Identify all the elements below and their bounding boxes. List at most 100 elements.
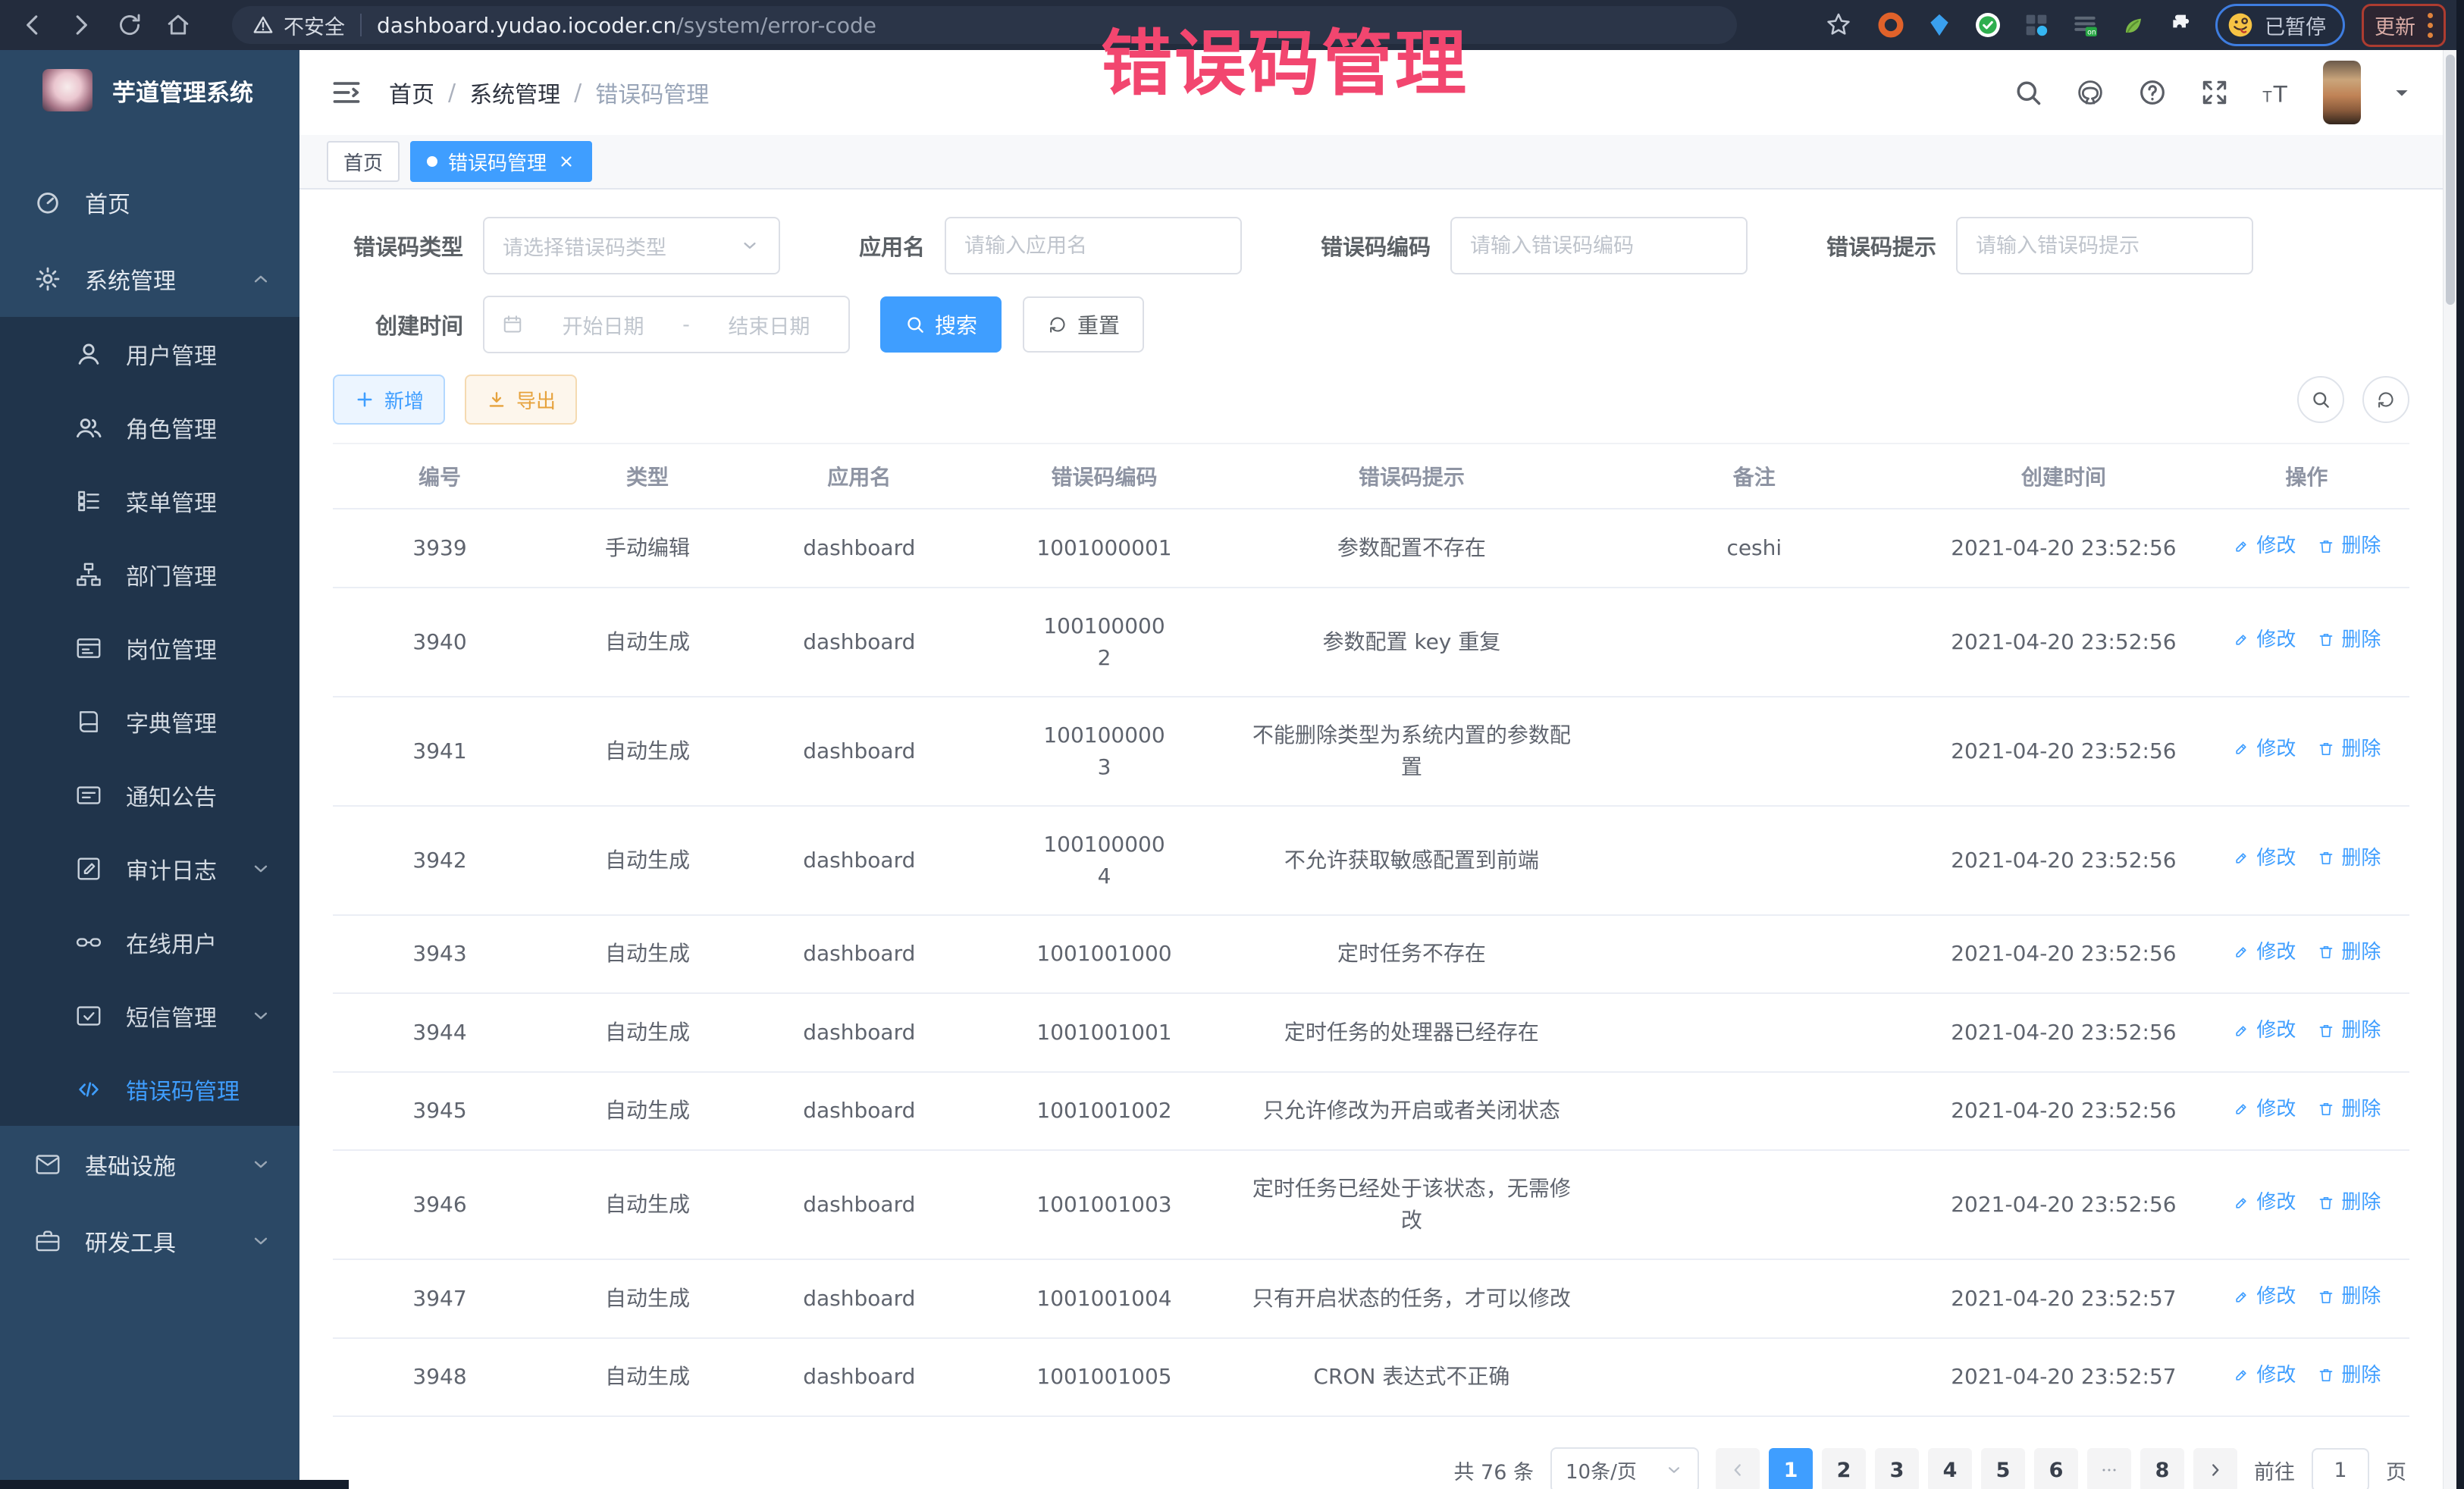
delete-link[interactable]: 删除 [2317,625,2381,655]
tab-错误码管理[interactable]: 错误码管理 [410,141,592,182]
page-button-4[interactable]: 4 [1928,1448,1972,1489]
ext-orange-ring-icon[interactable] [1876,10,1906,40]
edit-link[interactable]: 修改 [2232,1016,2296,1045]
export-button[interactable]: 导出 [465,375,577,425]
ext-green-circle-icon[interactable] [1973,10,2003,40]
page-button-6[interactable]: 6 [2034,1448,2078,1489]
caret-down-icon[interactable] [2391,82,2412,103]
sidebar-item[interactable]: 在线用户 [0,905,299,979]
corner-refresh-icon[interactable] [2362,376,2409,423]
close-icon[interactable] [557,152,575,171]
cell-message: 不允许获取敏感配置到前端 [1238,806,1585,915]
delete-link[interactable]: 删除 [2317,735,2381,764]
ext-leaf-icon[interactable] [2118,10,2149,40]
sidebar-item[interactable]: 部门管理 [0,538,299,611]
security-chip[interactable]: 不安全 [252,11,345,40]
sidebar-item[interactable]: 研发工具 [0,1202,299,1279]
sidebar-item[interactable]: 字典管理 [0,685,299,758]
delete-link[interactable]: 删除 [2317,1016,2381,1045]
font-size-icon[interactable]: TT [2261,77,2293,108]
sidebar-item[interactable]: 审计日志 [0,832,299,905]
tab-首页[interactable]: 首页 [327,141,400,182]
edit-link[interactable]: 修改 [2232,938,2296,967]
delete-link[interactable]: 删除 [2317,938,2381,967]
page-button-1[interactable]: 1 [1769,1448,1813,1489]
page-button-2[interactable]: 2 [1822,1448,1866,1489]
cell-id: 3948 [333,1338,547,1417]
page-scrollbar[interactable] [2443,50,2456,1489]
app-name-input[interactable] [945,217,1242,274]
delete-trash-icon [2317,943,2335,961]
edit-link[interactable]: 修改 [2232,735,2296,764]
chevron-down-icon [739,235,760,256]
edit-link[interactable]: 修改 [2232,844,2296,873]
delete-link[interactable]: 删除 [2317,531,2381,561]
date-range-picker[interactable]: 开始日期 - 结束日期 [483,296,850,353]
dashboard-icon [33,188,62,217]
ext-blue-gem-icon[interactable] [1924,10,1955,40]
add-button[interactable]: 新增 [333,375,445,425]
user-avatar[interactable] [2323,61,2361,124]
delete-link[interactable]: 删除 [2317,1282,2381,1312]
ext-onetab-icon[interactable]: on [2070,10,2100,40]
delete-link[interactable]: 删除 [2317,1361,2381,1390]
error-code-type-select[interactable]: 请选择错误码类型 [483,217,780,274]
sidebar-item[interactable]: 角色管理 [0,390,299,464]
forward-arrow-icon[interactable] [67,11,96,39]
error-code-input[interactable] [1450,217,1748,274]
page-button-8[interactable]: 8 [2140,1448,2184,1489]
hamburger-icon[interactable] [330,76,363,109]
github-icon[interactable] [2074,77,2106,108]
search-icon[interactable] [2012,77,2044,108]
sidebar-item[interactable]: 基础设施 [0,1126,299,1202]
reset-button[interactable]: 重置 [1023,296,1144,353]
breadcrumb-item[interactable]: 系统管理 [469,76,560,109]
sidebar-item[interactable]: 岗位管理 [0,611,299,685]
page-button-3[interactable]: 3 [1875,1448,1919,1489]
sidebar-item[interactable]: 首页 [0,164,299,240]
error-hint-input[interactable] [1956,217,2253,274]
sidebar-item[interactable]: 错误码管理 [0,1052,299,1126]
ext-puzzle-icon[interactable] [2167,10,2197,40]
browser-update-button[interactable]: 更新 [2362,4,2446,47]
edit-link[interactable]: 修改 [2232,1095,2296,1124]
edit-link[interactable]: 修改 [2232,1282,2296,1312]
sidebar-item[interactable]: 菜单管理 [0,464,299,538]
scrollbar-thumb[interactable] [2446,55,2455,305]
extension-paused-badge[interactable]: 已暂停 [2215,4,2345,46]
edit-link[interactable]: 修改 [2232,531,2296,561]
delete-link[interactable]: 删除 [2317,844,2381,873]
cell-id: 3941 [333,697,547,806]
cell-actions: 修改删除 [2204,915,2409,994]
next-page-button[interactable] [2193,1448,2237,1489]
address-bar[interactable]: 不安全 dashboard.yudao.iocoder.cn/system/er… [232,6,1737,44]
logo-row[interactable]: 芋道管理系统 [0,50,299,130]
back-arrow-icon[interactable] [18,11,47,39]
page-size-select[interactable]: 10条/页 [1550,1447,1699,1489]
fullscreen-icon[interactable] [2199,77,2230,108]
delete-link[interactable]: 删除 [2317,1095,2381,1124]
edit-link[interactable]: 修改 [2232,1188,2296,1218]
reload-icon[interactable] [115,11,144,39]
ext-grid-icon[interactable] [2021,10,2052,40]
home-icon[interactable] [164,11,193,39]
corner-search-icon[interactable] [2297,376,2344,423]
breadcrumb-item[interactable]: 首页 [389,76,434,109]
page-button-5[interactable]: 5 [1981,1448,2025,1489]
cell-code: 1001001005 [970,1338,1238,1417]
star-icon[interactable] [1824,11,1853,39]
more-pages-button[interactable] [2087,1448,2131,1489]
edit-link[interactable]: 修改 [2232,1361,2296,1390]
sidebar-item[interactable]: 系统管理 [0,240,299,317]
goto-page-input[interactable] [2312,1448,2369,1489]
sidebar-item[interactable]: 短信管理 [0,979,299,1052]
help-icon[interactable] [2136,77,2168,108]
edit-pencil-icon [2232,538,2250,556]
sidebar-item[interactable]: 通知公告 [0,758,299,832]
search-button[interactable]: 搜索 [880,296,1002,353]
prev-page-button[interactable] [1716,1448,1760,1489]
kebab-menu-icon[interactable] [2428,13,2433,38]
delete-link[interactable]: 删除 [2317,1188,2381,1218]
sidebar-item[interactable]: 用户管理 [0,317,299,390]
edit-link[interactable]: 修改 [2232,625,2296,655]
